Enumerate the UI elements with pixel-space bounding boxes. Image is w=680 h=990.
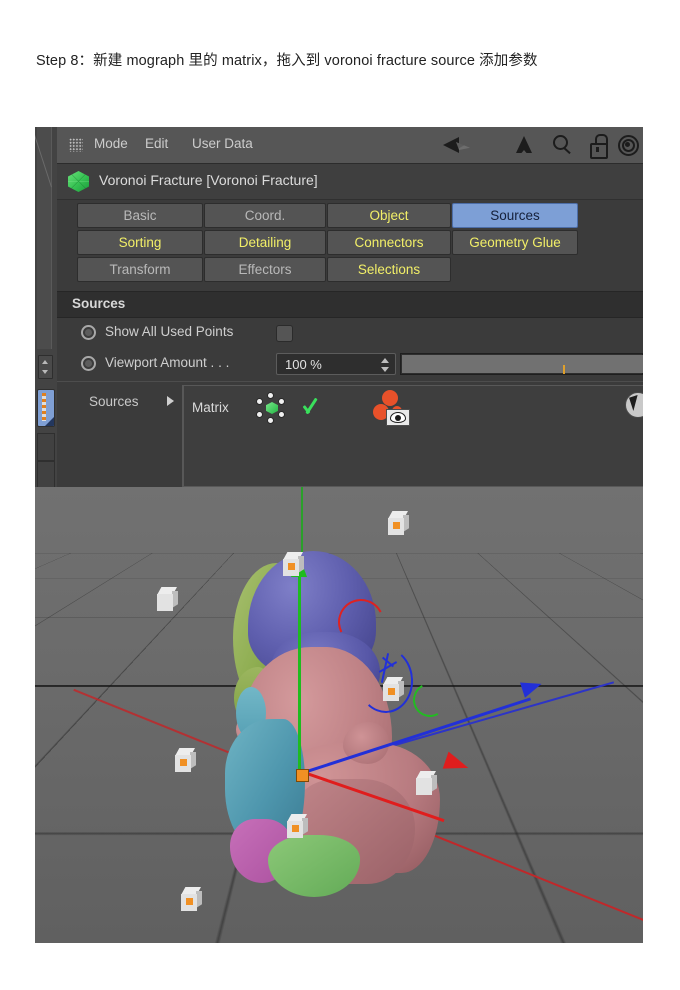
object-title-bar: Voronoi Fracture [Voronoi Fracture] [57, 164, 643, 200]
attribute-manager-panel: Mode Edit User Data Voronoi Fracture [Vo… [35, 127, 643, 487]
tab-sources[interactable]: Sources [452, 203, 578, 228]
attribute-tab-grid: Basic Coord. Object Sources Sorting Deta… [57, 200, 643, 291]
tab-basic[interactable]: Basic [77, 203, 203, 228]
green-check-icon[interactable] [303, 396, 325, 418]
neck-bottom-fragment [268, 835, 360, 897]
move-gizmo-origin[interactable] [296, 769, 309, 782]
target-icon[interactable] [617, 134, 641, 158]
param-row-viewport-amount: Viewport Amount . . . 100 % [57, 348, 643, 379]
search-icon[interactable] [552, 134, 574, 156]
sources-field-label: Sources [89, 394, 139, 409]
tab-object[interactable]: Object [327, 203, 451, 228]
tab-sorting[interactable]: Sorting [77, 230, 203, 255]
tab-connectors[interactable]: Connectors [327, 230, 451, 255]
viewport-3d[interactable] [35, 487, 643, 943]
strip-spinner-control[interactable] [38, 355, 53, 379]
show-all-used-points-checkbox[interactable] [276, 325, 293, 342]
mouse-cursor-icon [625, 392, 643, 418]
matrix-clone-cube[interactable] [416, 771, 442, 797]
application-screenshot: Mode Edit User Data Voronoi Fracture [Vo… [35, 127, 643, 943]
matrix-clone-cube[interactable] [157, 587, 183, 613]
matrix-clone-cube[interactable] [383, 677, 409, 703]
menu-item-user-data[interactable]: User Data [192, 136, 253, 151]
matrix-object-icon [255, 392, 287, 424]
adjacent-panel-edge [37, 127, 52, 349]
lock-icon[interactable] [588, 134, 608, 159]
viewport-amount-field[interactable]: 100 % [276, 353, 396, 375]
object-title-text: Voronoi Fracture [Voronoi Fracture] [99, 172, 318, 188]
voronoi-fracture-icon [68, 171, 89, 192]
sources-group-header-label: Sources [72, 296, 126, 311]
y-axis-handle[interactable] [298, 557, 301, 773]
strip-item-b[interactable] [37, 461, 55, 487]
matrix-clone-cube[interactable] [283, 552, 309, 578]
visibility-eye-icon[interactable] [373, 390, 411, 426]
menu-item-edit[interactable]: Edit [145, 136, 168, 151]
tab-coord[interactable]: Coord. [204, 203, 326, 228]
sources-group-header: Sources [57, 291, 643, 318]
matrix-clone-cube[interactable] [181, 887, 207, 913]
matrix-clone-cube[interactable] [287, 814, 313, 840]
show-all-used-points-label: Show All Used Points [105, 324, 234, 339]
param-bullet-icon[interactable] [81, 325, 96, 340]
matrix-clone-cube[interactable] [175, 748, 201, 774]
strip-item-a[interactable] [37, 433, 55, 461]
back-arrow-icon[interactable] [443, 134, 470, 156]
sources-link-area: Sources Matrix [57, 381, 643, 487]
viewport-amount-value: 100 % [285, 357, 322, 372]
tab-effectors[interactable]: Effectors [204, 257, 326, 282]
selected-strip-item[interactable] [37, 389, 55, 427]
left-dock-strip [35, 127, 57, 487]
tab-detailing[interactable]: Detailing [204, 230, 326, 255]
viewport-amount-label: Viewport Amount . . . [105, 355, 230, 370]
tutorial-caption: Step 8：新建 mograph 里的 matrix，拖入到 voronoi … [36, 53, 538, 69]
viewport-amount-slider[interactable] [400, 353, 643, 375]
list-divider [183, 386, 184, 486]
param-row-show-all-used-points: Show All Used Points [57, 317, 643, 348]
param-bullet-icon[interactable] [81, 356, 96, 371]
tab-geometry-glue[interactable]: Geometry Glue [452, 230, 578, 255]
triangle-right-icon[interactable] [167, 396, 174, 406]
viewport-amount-stepper[interactable] [381, 358, 389, 372]
slider-fill [402, 355, 643, 373]
menu-item-mode[interactable]: Mode [94, 136, 128, 151]
matrix-clone-cube[interactable] [388, 511, 414, 537]
fractured-head-model[interactable] [210, 547, 440, 907]
attribute-manager-menubar: Mode Edit User Data [57, 127, 643, 164]
grip-dots-icon[interactable] [69, 138, 83, 152]
tab-selections[interactable]: Selections [327, 257, 451, 282]
up-arrow-icon[interactable] [515, 134, 533, 156]
slider-tick-marker [563, 365, 565, 374]
sources-list[interactable]: Matrix [182, 385, 643, 487]
tab-transform[interactable]: Transform [77, 257, 203, 282]
source-item-name: Matrix [192, 400, 229, 415]
